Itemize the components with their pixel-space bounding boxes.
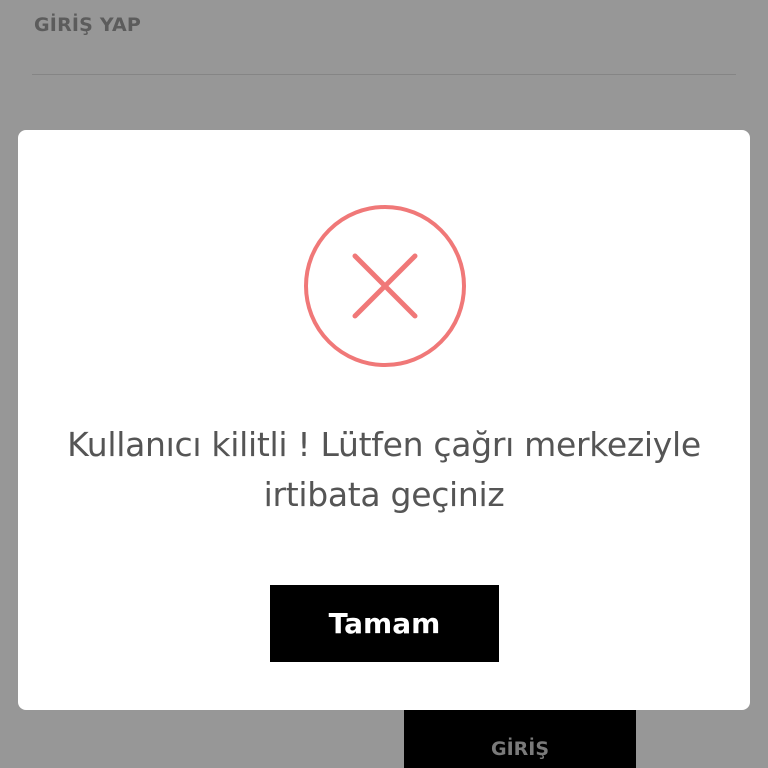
header-divider [32, 74, 736, 75]
error-message: Kullanıcı kilitli ! Lütfen çağrı merkezi… [67, 425, 701, 514]
ok-button[interactable]: Tamam [270, 585, 499, 662]
page-title: GİRİŞ YAP [34, 14, 142, 36]
login-button[interactable]: GİRİŞ [404, 706, 636, 768]
error-x-circle-icon [303, 204, 467, 368]
error-dialog: Kullanıcı kilitli ! Lütfen çağrı merkezi… [18, 130, 750, 710]
